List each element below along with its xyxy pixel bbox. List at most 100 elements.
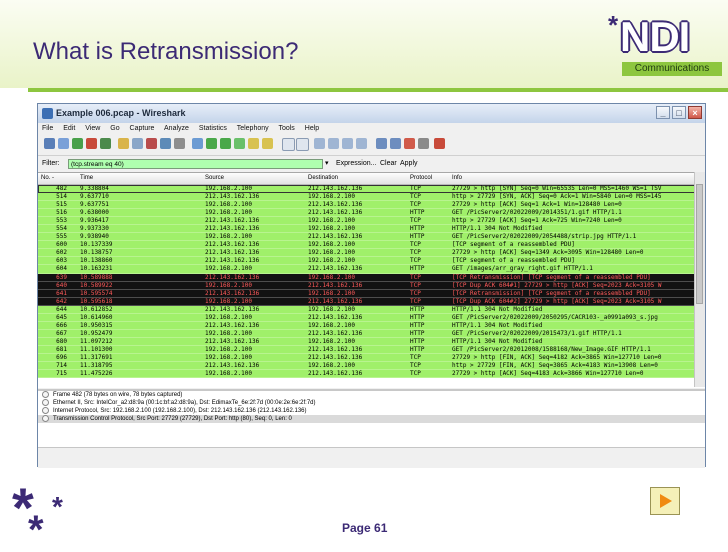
zoom-in-icon[interactable] bbox=[314, 138, 325, 149]
packet-cell-proto: TCP bbox=[410, 281, 421, 289]
menu-analyze[interactable]: Analyze bbox=[164, 125, 189, 132]
menu-statistics[interactable]: Statistics bbox=[199, 125, 227, 132]
menu-telephony[interactable]: Telephony bbox=[237, 125, 269, 132]
start-capture-icon[interactable] bbox=[72, 138, 83, 149]
menu-go[interactable]: Go bbox=[110, 125, 119, 132]
packet-cell-no: 639 bbox=[56, 273, 67, 281]
packet-row[interactable]: 640 10.589922 192.168.2.100 212.143.162.136… bbox=[38, 281, 705, 290]
open-file-icon[interactable] bbox=[118, 138, 129, 149]
go-last-icon[interactable] bbox=[262, 138, 273, 149]
packet-row[interactable]: 666 10.950315 212.143.162.136 192.168.2.100… bbox=[38, 321, 705, 330]
preferences-icon[interactable] bbox=[418, 138, 429, 149]
packet-row[interactable]: 644 10.612852 212.143.162.136 192.168.2.100… bbox=[38, 305, 705, 314]
packet-cell-dst: 192.168.2.100 bbox=[308, 273, 355, 281]
window-titlebar[interactable]: Example 006.pcap - Wireshark _ □ × bbox=[38, 104, 705, 123]
column-destination[interactable]: Destination bbox=[308, 173, 338, 184]
packet-row[interactable]: 714 11.318795 212.143.162.136 192.168.2.100… bbox=[38, 362, 705, 371]
next-slide-button[interactable] bbox=[650, 487, 680, 515]
packet-row[interactable]: 555 9.938940 192.168.2.100 212.143.162.136 H… bbox=[38, 233, 705, 242]
options-icon[interactable] bbox=[58, 138, 69, 149]
packet-cell-src: 212.143.162.136 bbox=[205, 321, 260, 329]
detail-frame-row[interactable]: Frame 482 (78 bytes on wire, 78 bytes ca… bbox=[38, 391, 705, 399]
packet-list-scrollbar[interactable] bbox=[694, 172, 705, 387]
go-back-icon[interactable] bbox=[206, 138, 217, 149]
autoscroll-icon[interactable] bbox=[296, 138, 309, 151]
expand-icon[interactable] bbox=[42, 391, 49, 398]
filter-dropdown-icon[interactable]: ▾ bbox=[325, 159, 329, 169]
print-icon[interactable] bbox=[174, 138, 185, 149]
detail-ip-row[interactable]: Internet Protocol, Src: 192.168.2.100 (1… bbox=[38, 407, 705, 415]
stop-capture-icon[interactable] bbox=[86, 138, 97, 149]
packet-cell-info: 27729 > http [SYN] Seq=0 Win=65535 Len=0… bbox=[452, 185, 662, 192]
packet-cell-time: 9.938940 bbox=[80, 233, 109, 241]
detail-tcp-row[interactable]: Transmission Control Protocol, Src Port:… bbox=[38, 415, 705, 423]
expand-icon[interactable] bbox=[42, 399, 49, 406]
maximize-button[interactable]: □ bbox=[672, 106, 686, 119]
filter-input[interactable]: (tcp.stream eq 40) bbox=[68, 159, 323, 169]
menu-tools[interactable]: Tools bbox=[278, 125, 294, 132]
expand-icon[interactable] bbox=[42, 415, 49, 422]
column-time[interactable]: Time bbox=[80, 173, 93, 184]
clear-button[interactable]: Clear bbox=[380, 156, 397, 172]
close-file-icon[interactable] bbox=[146, 138, 157, 149]
go-to-packet-icon[interactable] bbox=[234, 138, 245, 149]
column-source[interactable]: Source bbox=[205, 173, 224, 184]
help-icon[interactable] bbox=[434, 138, 445, 149]
packet-row[interactable]: 681 11.101300 192.168.2.100 212.143.162.136… bbox=[38, 345, 705, 354]
packet-row[interactable]: 600 10.137339 212.143.162.136 192.168.2.100… bbox=[38, 241, 705, 250]
expand-icon[interactable] bbox=[42, 407, 49, 414]
restart-capture-icon[interactable] bbox=[100, 138, 111, 149]
packet-row[interactable]: 680 11.097212 212.143.162.136 192.168.2.100… bbox=[38, 337, 705, 346]
menu-file[interactable]: File bbox=[42, 125, 53, 132]
apply-button[interactable]: Apply bbox=[400, 156, 418, 172]
display-filters-icon[interactable] bbox=[390, 138, 401, 149]
minimize-button[interactable]: _ bbox=[656, 106, 670, 119]
capture-filters-icon[interactable] bbox=[376, 138, 387, 149]
menu-edit[interactable]: Edit bbox=[63, 125, 75, 132]
find-packet-icon[interactable] bbox=[192, 138, 203, 149]
packet-row[interactable]: 667 10.952479 192.168.2.100 212.143.162.136… bbox=[38, 329, 705, 338]
packet-row[interactable]: 603 10.138860 212.143.162.136 192.168.2.100… bbox=[38, 257, 705, 266]
packet-row[interactable]: 516 9.638000 192.168.2.100 212.143.162.136 H… bbox=[38, 209, 705, 218]
packet-row[interactable]: 715 11.475226 192.168.2.100 212.143.162.136… bbox=[38, 370, 705, 379]
packet-row[interactable]: 602 10.138757 212.143.162.136 192.168.2.100… bbox=[38, 249, 705, 258]
packet-row[interactable]: 514 9.637710 212.143.162.136 192.168.2.100 T… bbox=[38, 193, 705, 202]
close-button[interactable]: × bbox=[688, 106, 702, 119]
packet-cell-dst: 212.143.162.136 bbox=[308, 345, 363, 353]
packet-cell-proto: TCP bbox=[410, 273, 421, 281]
packet-row[interactable]: 604 10.163231 192.168.2.100 212.143.162.136… bbox=[38, 265, 705, 274]
packet-cell-src: 192.168.2.100 bbox=[205, 209, 252, 217]
reload-icon[interactable] bbox=[160, 138, 171, 149]
go-forward-icon[interactable] bbox=[220, 138, 231, 149]
menu-capture[interactable]: Capture bbox=[130, 125, 155, 132]
scrollbar-thumb[interactable] bbox=[696, 184, 703, 304]
packet-cell-src: 192.168.2.100 bbox=[205, 281, 252, 289]
colorize-icon[interactable] bbox=[282, 138, 295, 151]
packet-row[interactable]: 641 10.595574 212.143.162.136 192.168.2.100… bbox=[38, 289, 705, 298]
expression-button[interactable]: Expression... bbox=[336, 156, 376, 172]
normal-size-icon[interactable] bbox=[342, 138, 353, 149]
packet-row[interactable]: 696 11.317691 192.168.2.100 212.143.162.136… bbox=[38, 353, 705, 363]
packet-list[interactable]: No. - Time Source Destination Protocol I… bbox=[38, 172, 705, 388]
packet-row[interactable]: 554 9.937330 212.143.162.136 192.168.2.100 H… bbox=[38, 225, 705, 234]
packet-row[interactable]: 482 9.338804 192.168.2.100 212.143.162.136 T… bbox=[38, 185, 705, 194]
packet-row[interactable]: 553 9.936417 212.143.162.136 192.168.2.100 T… bbox=[38, 217, 705, 226]
save-file-icon[interactable] bbox=[132, 138, 143, 149]
interfaces-icon[interactable] bbox=[44, 138, 55, 149]
packet-cell-info: GET /PicServer2/02022009/2054488/strip.j… bbox=[452, 233, 637, 241]
coloring-rules-icon[interactable] bbox=[404, 138, 415, 149]
packet-row[interactable]: 645 10.614960 192.168.2.100 212.143.162.136… bbox=[38, 313, 705, 322]
menu-help[interactable]: Help bbox=[305, 125, 319, 132]
resize-columns-icon[interactable] bbox=[356, 138, 367, 149]
detail-ethernet-row[interactable]: Ethernet II, Src: IntelCor_a2:d8:9a (00:… bbox=[38, 399, 705, 407]
packet-row[interactable]: 515 9.637751 192.168.2.100 212.143.162.136 T… bbox=[38, 201, 705, 210]
packet-row[interactable]: 642 10.595618 192.168.2.100 212.143.162.136… bbox=[38, 297, 705, 306]
go-first-icon[interactable] bbox=[248, 138, 259, 149]
column-no[interactable]: No. - bbox=[41, 173, 54, 184]
packet-cell-dst: 212.143.162.136 bbox=[308, 201, 363, 209]
packet-row[interactable]: 639 10.589888 212.143.162.136 192.168.2.100… bbox=[38, 273, 705, 282]
column-info[interactable]: Info bbox=[452, 173, 462, 184]
column-protocol[interactable]: Protocol bbox=[410, 173, 432, 184]
menu-view[interactable]: View bbox=[85, 125, 100, 132]
zoom-out-icon[interactable] bbox=[328, 138, 339, 149]
